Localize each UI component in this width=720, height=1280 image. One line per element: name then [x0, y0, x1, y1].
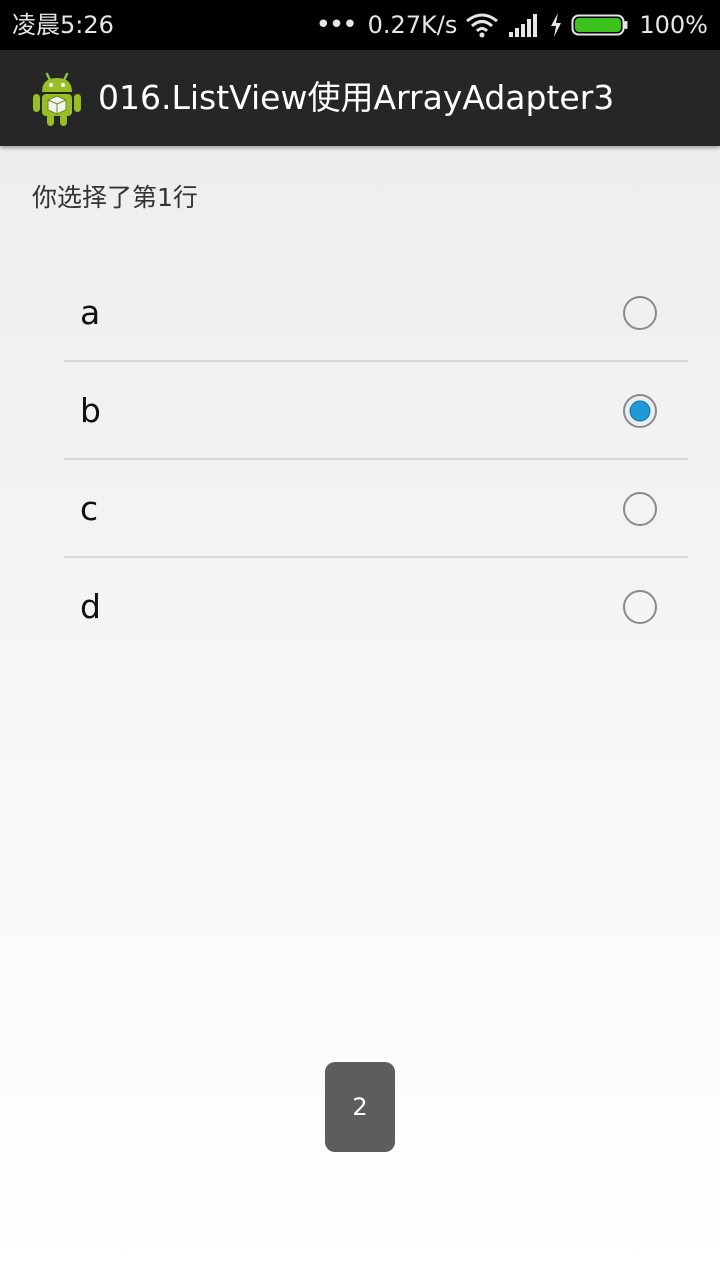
app-title: 016.ListView使用ArrayAdapter3 — [98, 78, 615, 117]
list-item-a[interactable]: a — [64, 264, 688, 362]
list-item-label: d — [80, 587, 101, 626]
radio-button-b[interactable] — [622, 393, 658, 429]
radio-button-d[interactable] — [622, 589, 658, 625]
list-item-c[interactable]: c — [64, 460, 688, 558]
list-item-label: b — [80, 391, 101, 430]
network-speed: 0.27K/s — [367, 11, 458, 39]
status-icons: ••• 0.27K/s 100% — [316, 10, 708, 40]
battery-icon — [571, 13, 629, 37]
battery-percent: 100% — [639, 11, 708, 39]
toast-text: 2 — [352, 1093, 368, 1121]
selection-status-text: 你选择了第1行 — [32, 183, 198, 212]
list-item-label: c — [80, 489, 99, 528]
wifi-icon — [465, 12, 499, 38]
toast-message: 2 — [325, 1062, 395, 1152]
list-item-b[interactable]: b — [64, 362, 688, 460]
charging-icon — [549, 12, 563, 38]
radio-list: a b c d — [64, 264, 688, 656]
status-bar: 凌晨5:26 ••• 0.27K/s 100% — [0, 0, 720, 50]
radio-button-a[interactable] — [622, 295, 658, 331]
more-dots-icon: ••• — [315, 10, 358, 40]
list-item-d[interactable]: d — [64, 558, 688, 656]
signal-icon — [507, 12, 541, 38]
radio-button-c[interactable] — [622, 491, 658, 527]
list-item-label: a — [80, 293, 101, 332]
action-bar: 016.ListView使用ArrayAdapter3 — [0, 50, 720, 146]
android-app-icon — [30, 70, 84, 128]
status-time: 凌晨5:26 — [12, 11, 114, 39]
